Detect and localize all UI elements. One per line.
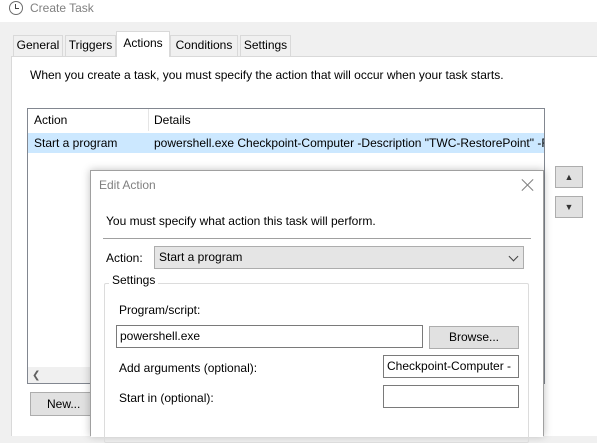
divider xyxy=(103,238,531,239)
arguments-input[interactable]: Checkpoint-Computer - xyxy=(383,355,519,378)
clock-icon xyxy=(9,1,23,15)
arguments-label: Add arguments (optional): xyxy=(119,361,258,375)
column-header-details[interactable]: Details xyxy=(148,109,544,131)
dialog-title: Edit Action xyxy=(99,178,156,192)
table-row[interactable]: Start a program powershell.exe Checkpoin… xyxy=(28,133,544,153)
browse-button[interactable]: Browse... xyxy=(429,326,519,349)
close-icon[interactable] xyxy=(521,178,535,192)
edit-action-dialog: Edit Action You must specify what action… xyxy=(90,170,544,443)
move-down-button[interactable]: ▼ xyxy=(555,196,583,218)
tab-triggers[interactable]: Triggers xyxy=(65,35,116,56)
window-title: Create Task xyxy=(30,1,94,15)
action-select-value: Start a program xyxy=(159,250,243,264)
program-script-input[interactable]: powershell.exe xyxy=(116,325,423,348)
action-label: Action: xyxy=(106,251,143,265)
tab-actions[interactable]: Actions xyxy=(116,31,170,57)
start-in-input[interactable] xyxy=(383,385,519,408)
action-select[interactable]: Start a program xyxy=(154,246,524,269)
tab-conditions[interactable]: Conditions xyxy=(170,35,238,56)
tab-settings[interactable]: Settings xyxy=(240,35,291,56)
dialog-body: You must specify what action this task w… xyxy=(91,201,543,443)
scroll-left-icon[interactable]: ❮ xyxy=(32,367,42,383)
start-in-label: Start in (optional): xyxy=(119,391,214,405)
triangle-up-icon: ▲ xyxy=(564,172,574,182)
chevron-down-icon xyxy=(508,251,519,262)
triangle-down-icon: ▼ xyxy=(564,202,574,212)
row-action-cell: Start a program xyxy=(34,136,118,150)
settings-legend: Settings xyxy=(109,273,159,287)
column-header-action[interactable]: Action xyxy=(28,109,148,131)
dialog-titlebar: Edit Action xyxy=(91,171,543,201)
row-details-cell: powershell.exe Checkpoint-Computer -Desc… xyxy=(154,136,544,150)
program-script-label: Program/script: xyxy=(119,303,201,317)
actions-intro-text: When you create a task, you must specify… xyxy=(30,68,504,82)
tab-general[interactable]: General xyxy=(13,35,63,56)
dialog-instruction: You must specify what action this task w… xyxy=(106,214,376,228)
move-up-button[interactable]: ▲ xyxy=(555,166,583,188)
window-titlebar: Create Task xyxy=(0,0,597,22)
